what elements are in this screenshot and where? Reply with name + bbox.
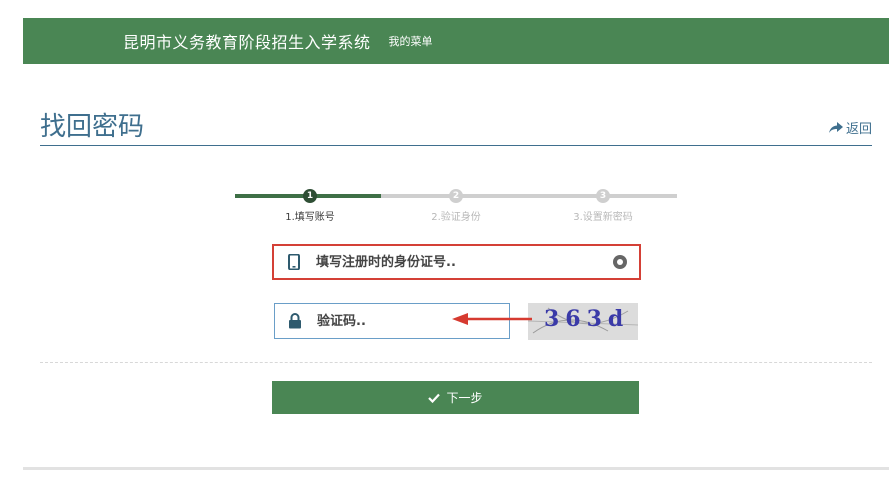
id-number-field: [272, 244, 641, 280]
system-title[interactable]: 昆明市义务教育阶段招生入学系统: [123, 29, 371, 53]
my-menu-link[interactable]: 我的菜单: [389, 33, 433, 49]
share-arrow-icon: [828, 121, 843, 133]
id-number-input[interactable]: [314, 253, 613, 271]
captcha-image[interactable]: 363d: [528, 303, 638, 340]
step-progress-remaining: [381, 194, 677, 198]
step-1-label: 1.填写账号: [285, 212, 335, 223]
back-link-label: 返回: [845, 122, 872, 137]
mobile-phone-icon: [274, 254, 314, 270]
step-3-label: 3.设置新密码: [573, 212, 633, 223]
red-arrow-annotation: [452, 313, 532, 325]
step-2-dot: 2: [449, 189, 463, 203]
check-icon: [428, 393, 441, 403]
top-navbar: 昆明市义务教育阶段招生入学系统 我的菜单: [23, 18, 889, 64]
step-2-label: 2.验证身份: [431, 212, 481, 223]
footer-divider: [23, 467, 889, 470]
title-divider: [40, 145, 872, 146]
lock-icon: [275, 313, 315, 329]
captcha-text: 363d: [544, 306, 630, 332]
next-step-button[interactable]: 下一步: [272, 381, 639, 414]
clear-input-icon[interactable]: [613, 255, 627, 269]
form-divider: [40, 362, 872, 363]
back-link[interactable]: 返回: [828, 118, 872, 137]
step-1-dot: 1: [303, 189, 317, 203]
step-progress: 1 1.填写账号 2 2.验证身份 3 3.设置新密码: [235, 187, 677, 227]
step-3-dot: 3: [596, 189, 610, 203]
page-title: 找回密码: [40, 112, 145, 142]
next-step-label: 下一步: [446, 391, 483, 405]
